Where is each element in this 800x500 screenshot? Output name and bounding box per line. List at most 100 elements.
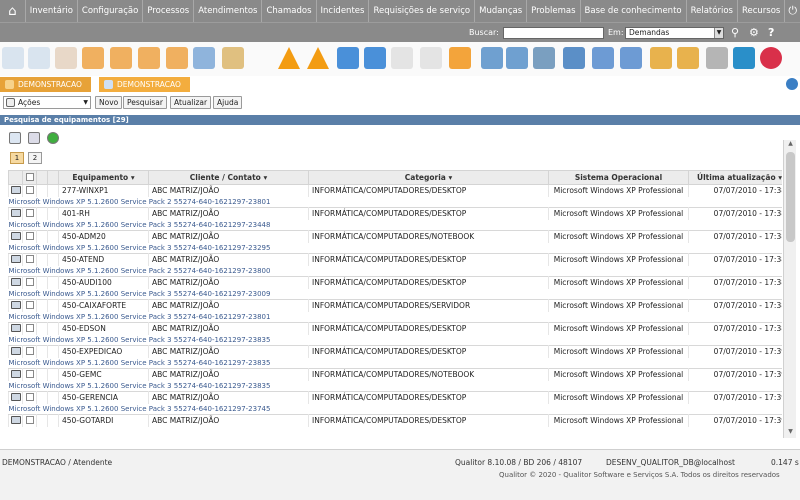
cell-equipamento[interactable]: 450-GOTARDI bbox=[58, 414, 149, 427]
dollar-icon[interactable] bbox=[733, 47, 755, 69]
doc-orange-icon[interactable] bbox=[110, 47, 132, 69]
window-icon[interactable] bbox=[620, 47, 642, 69]
table-row[interactable]: 450-CAIXAFORTE ABC MATRIZ/JOÃO INFORMÁTICA… bbox=[8, 299, 782, 312]
home-icon[interactable]: ⌂ bbox=[0, 0, 26, 22]
transfer-icon[interactable] bbox=[337, 47, 359, 69]
table-view-icon[interactable] bbox=[9, 132, 21, 144]
cell-equipamento[interactable]: 450-ADM20 bbox=[58, 230, 149, 243]
scroll-down-icon[interactable]: ▼ bbox=[784, 428, 797, 438]
help-button[interactable]: Ajuda bbox=[213, 96, 243, 109]
nav-chamados[interactable]: Chamados bbox=[262, 0, 317, 22]
header-equipamento[interactable]: Equipamento ▾ bbox=[58, 170, 149, 185]
users-icon[interactable] bbox=[481, 47, 503, 69]
table-row[interactable]: 450-GEMC ABC MATRIZ/JOÃO INFORMÁTICA/COMPU… bbox=[8, 368, 782, 381]
power-icon[interactable]: ⏻ bbox=[785, 0, 800, 22]
table-row[interactable]: 450-ADM20 ABC MATRIZ/JOÃO INFORMÁTICA/COMP… bbox=[8, 230, 782, 243]
nav-inventario[interactable]: Inventário bbox=[26, 0, 78, 22]
row-checkbox-cell[interactable] bbox=[22, 230, 37, 243]
tab-demonstracao-2[interactable]: DEMONSTRACAO bbox=[99, 77, 190, 92]
warning-icon[interactable] bbox=[307, 47, 329, 69]
tab-demonstracao-1[interactable]: DEMONSTRACAO bbox=[0, 77, 91, 92]
doc-icon[interactable] bbox=[391, 47, 413, 69]
row-checkbox-cell[interactable] bbox=[22, 276, 37, 289]
cell-equipamento[interactable]: 401-RH bbox=[58, 207, 149, 220]
gear-icon[interactable]: ⚙ bbox=[749, 26, 759, 39]
alert-circle-icon[interactable] bbox=[760, 47, 782, 69]
row-checkbox[interactable] bbox=[25, 231, 34, 240]
cell-equipamento[interactable]: 450-AUDI100 bbox=[58, 276, 149, 289]
header-categoria[interactable]: Categoria ▾ bbox=[308, 170, 549, 185]
nav-problemas[interactable]: Problemas bbox=[527, 0, 581, 22]
add-doc-icon[interactable] bbox=[28, 47, 50, 69]
vertical-scrollbar[interactable]: ▲ ▼ bbox=[783, 140, 796, 438]
person-icon[interactable] bbox=[650, 47, 672, 69]
nav-atendimentos[interactable]: Atendimentos bbox=[194, 0, 263, 22]
person-icon[interactable] bbox=[677, 47, 699, 69]
scroll-up-icon[interactable]: ▲ bbox=[784, 140, 797, 150]
row-checkbox[interactable] bbox=[25, 208, 34, 217]
nav-configuracao[interactable]: Configuração bbox=[78, 0, 144, 22]
nav-recursos[interactable]: Recursos bbox=[738, 0, 786, 22]
nav-relatorios[interactable]: Relatórios bbox=[687, 0, 738, 22]
doc-orange-icon[interactable] bbox=[138, 47, 160, 69]
row-checkbox-cell[interactable] bbox=[22, 345, 37, 358]
refresh-button[interactable]: Atualizar bbox=[170, 96, 212, 109]
table-row[interactable]: 450-GOTARDI ABC MATRIZ/JOÃO INFORMÁTICA/CO… bbox=[8, 414, 782, 427]
header-sistema[interactable]: Sistema Operacional bbox=[548, 170, 689, 185]
row-checkbox-cell[interactable] bbox=[22, 322, 37, 335]
cell-equipamento[interactable]: 450-ATEND bbox=[58, 253, 149, 266]
window-icon[interactable] bbox=[592, 47, 614, 69]
warning-icon[interactable] bbox=[278, 47, 300, 69]
table-row[interactable]: 450-EDSON ABC MATRIZ/JOÃO INFORMÁTICA/COMP… bbox=[8, 322, 782, 335]
table-row[interactable]: 450-GERENCIA ABC MATRIZ/JOÃO INFORMÁTICA/C… bbox=[8, 391, 782, 404]
help-icon[interactable]: ? bbox=[768, 26, 774, 39]
row-checkbox[interactable] bbox=[25, 346, 34, 355]
chart-icon[interactable] bbox=[563, 47, 585, 69]
printer-icon[interactable] bbox=[28, 132, 40, 144]
table-row[interactable]: 450-AUDI100 ABC MATRIZ/JOÃO INFORMÁTICA/CO… bbox=[8, 276, 782, 289]
header-ultima-atualizacao[interactable]: Última atualização ▾ bbox=[688, 170, 782, 185]
row-checkbox[interactable] bbox=[25, 300, 34, 309]
table-row[interactable]: 277-WINXP1 ABC MATRIZ/JOÃO INFORMÁTICA/COM… bbox=[8, 184, 782, 197]
hand-icon[interactable] bbox=[222, 47, 244, 69]
new-button[interactable]: Novo bbox=[95, 96, 123, 109]
row-checkbox[interactable] bbox=[25, 323, 34, 332]
row-checkbox[interactable] bbox=[25, 369, 34, 378]
search-scope-select[interactable]: Demandas ▼ bbox=[625, 27, 724, 39]
nav-incidentes[interactable]: Incidentes bbox=[317, 0, 370, 22]
table-row[interactable]: 401-RH ABC MATRIZ/JOÃO INFORMÁTICA/COMPUTA… bbox=[8, 207, 782, 220]
search-icon[interactable]: ⚲ bbox=[731, 26, 739, 39]
globe-icon[interactable] bbox=[786, 78, 798, 90]
row-checkbox-cell[interactable] bbox=[22, 207, 37, 220]
table-row[interactable]: 450-EXPEDICAO ABC MATRIZ/JOÃO INFORMÁTICA/… bbox=[8, 345, 782, 358]
select-all-checkbox[interactable] bbox=[25, 172, 34, 181]
row-checkbox-cell[interactable] bbox=[22, 391, 37, 404]
cell-equipamento[interactable]: 450-EDSON bbox=[58, 322, 149, 335]
export-icon[interactable] bbox=[47, 132, 59, 144]
nav-base-conhecimento[interactable]: Base de conhecimento bbox=[581, 0, 687, 22]
cell-equipamento[interactable]: 450-CAIXAFORTE bbox=[58, 299, 149, 312]
row-checkbox-cell[interactable] bbox=[22, 184, 37, 197]
page-1-button[interactable]: 1 bbox=[10, 152, 24, 164]
transfer-icon[interactable] bbox=[364, 47, 386, 69]
row-checkbox-cell[interactable] bbox=[22, 299, 37, 312]
monitor-icon[interactable] bbox=[533, 47, 555, 69]
row-checkbox-cell[interactable] bbox=[22, 253, 37, 266]
nav-processos[interactable]: Processos bbox=[143, 0, 195, 22]
row-checkbox-cell[interactable] bbox=[22, 368, 37, 381]
doc-blue-icon[interactable] bbox=[193, 47, 215, 69]
row-checkbox-cell[interactable] bbox=[22, 414, 37, 427]
row-checkbox[interactable] bbox=[25, 415, 34, 424]
search-button[interactable]: Pesquisar bbox=[123, 96, 167, 109]
folder-icon[interactable] bbox=[449, 47, 471, 69]
edit-doc-icon[interactable] bbox=[55, 47, 77, 69]
nav-mudancas[interactable]: Mudanças bbox=[475, 0, 528, 22]
users-icon[interactable] bbox=[506, 47, 528, 69]
row-checkbox[interactable] bbox=[25, 392, 34, 401]
row-checkbox[interactable] bbox=[25, 277, 34, 286]
cell-equipamento[interactable]: 450-GERENCIA bbox=[58, 391, 149, 404]
doc-icon[interactable] bbox=[420, 47, 442, 69]
row-checkbox[interactable] bbox=[25, 254, 34, 263]
cell-equipamento[interactable]: 277-WINXP1 bbox=[58, 184, 149, 197]
header-cliente[interactable]: Cliente / Contato ▾ bbox=[148, 170, 309, 185]
